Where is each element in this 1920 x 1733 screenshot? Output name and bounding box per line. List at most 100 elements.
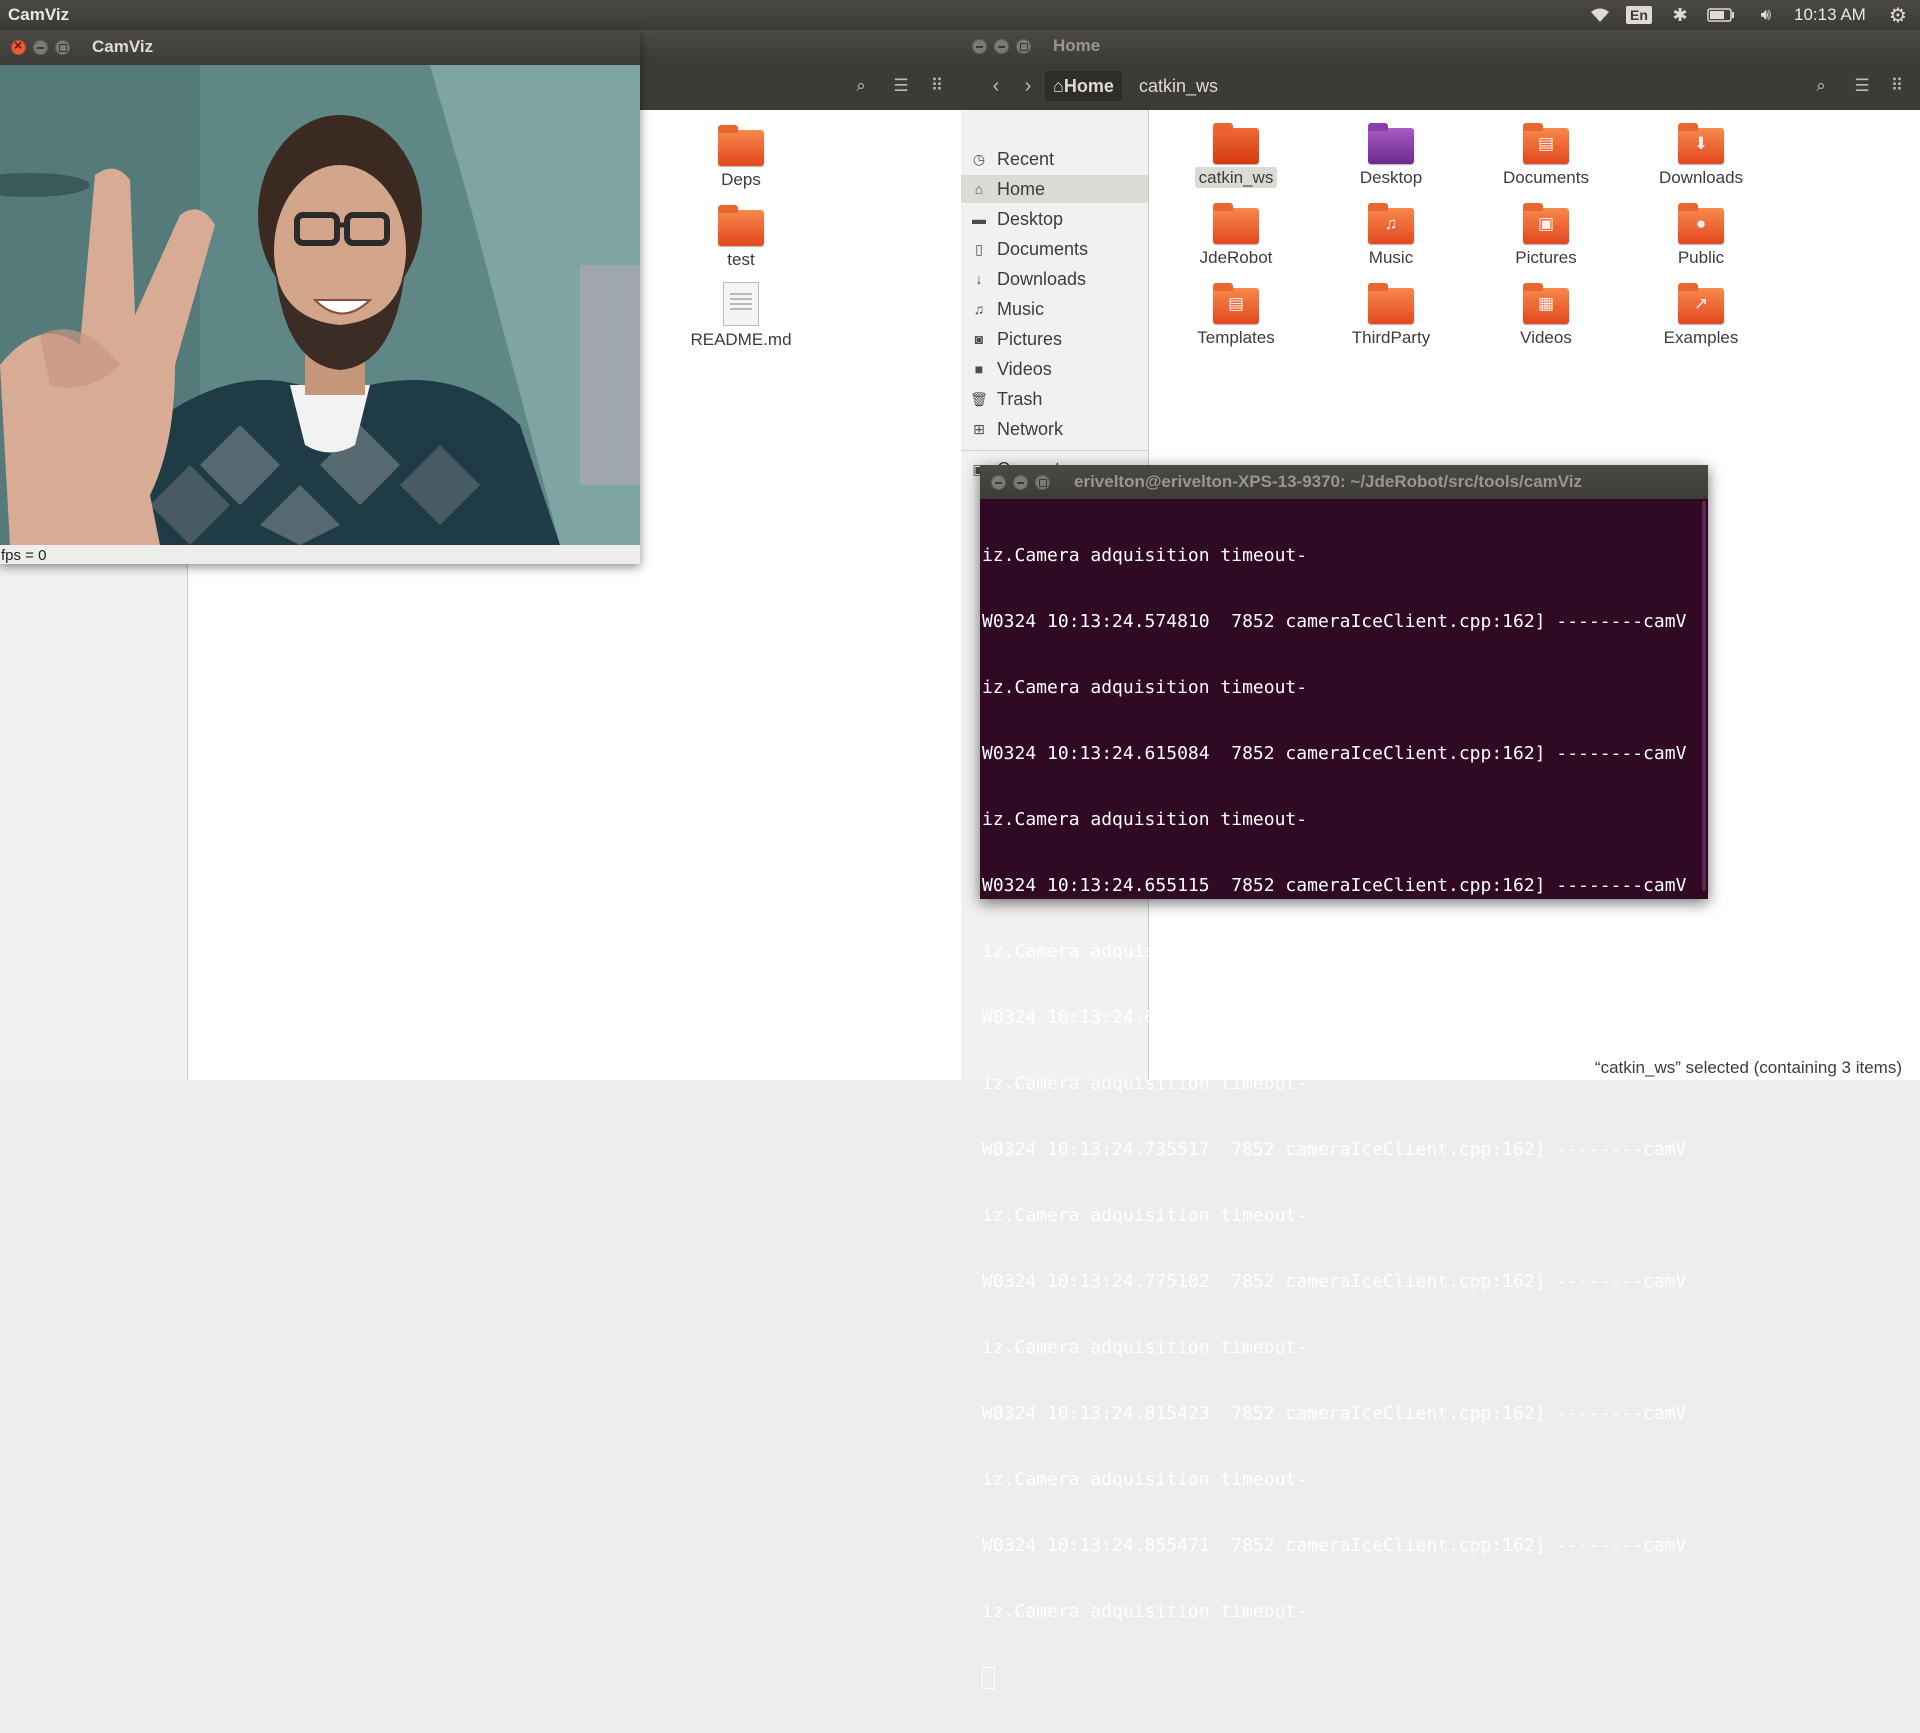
sidebar-item-home[interactable]: ⌂ Home [961, 175, 1148, 203]
sidebar-item-music[interactable]: ♫ Music [961, 295, 1148, 323]
terminal-line: iz.Camera adquisition timeout- [982, 677, 1308, 698]
sidebar-item-documents[interactable]: ▯ Documents [961, 235, 1148, 263]
public-folder-icon: ● [1678, 203, 1724, 244]
minimize-button[interactable] [994, 39, 1009, 54]
home-icon: ⌂ [1053, 76, 1064, 96]
camviz-titlebar[interactable]: CamViz [0, 30, 640, 65]
file-item-documents[interactable]: ▤ Documents [1491, 123, 1601, 188]
sidebar-item-desktop[interactable]: ▬ Desktop [961, 205, 1148, 233]
active-app-name: CamViz [8, 5, 70, 24]
maximize-button[interactable] [55, 40, 70, 55]
link-folder-icon: ↗ [1678, 283, 1724, 324]
grid-view-icon[interactable]: ⠿ [1886, 75, 1908, 97]
home-window-titlebar[interactable]: Home [961, 30, 1920, 62]
file-item-deps[interactable]: Deps [686, 125, 796, 190]
folder-icon [1213, 203, 1259, 244]
download-icon: ↓ [975, 271, 983, 287]
sidebar-item-downloads[interactable]: ↓ Downloads [961, 265, 1148, 293]
file-label: Public [1677, 248, 1725, 267]
terminal-line: W0324 10:13:24.855471 7852 cameraIceClie… [982, 1535, 1687, 1556]
list-view-icon[interactable]: ☰ [1851, 75, 1873, 97]
terminal-output[interactable]: iz.Camera adquisition timeout- W0324 10:… [982, 501, 1698, 1733]
music-icon: ♫ [973, 301, 985, 317]
file-item-desktop[interactable]: Desktop [1336, 123, 1446, 188]
breadcrumb-catkin-ws[interactable]: catkin_ws [1131, 71, 1226, 101]
file-label: Templates [1197, 328, 1275, 347]
terminal-cursor [982, 1667, 995, 1689]
gear-icon[interactable]: ⚙ [1886, 4, 1910, 27]
search-icon[interactable]: ⌕ [850, 75, 872, 97]
clock[interactable]: 10:13 AM [1794, 4, 1866, 26]
file-item-jderobot[interactable]: JdeRobot [1181, 203, 1291, 268]
sidebar-item-trash[interactable]: 🗑︎ Trash [961, 385, 1148, 413]
terminal-line: iz.Camera adquisition timeout- [982, 1205, 1308, 1226]
terminal-scrollbar[interactable] [1702, 501, 1706, 891]
minimize-button[interactable] [33, 40, 48, 55]
sidebar-item-recent[interactable]: ◷ Recent [961, 145, 1148, 173]
file-item-catkin-ws[interactable]: catkin_ws [1181, 123, 1291, 188]
file-item-pictures[interactable]: ▣ Pictures [1491, 203, 1601, 268]
list-view-icon[interactable]: ☰ [890, 75, 912, 97]
camviz-window: CamViz [0, 30, 640, 564]
folder-icon [718, 125, 764, 166]
pictures-folder-icon: ▣ [1523, 203, 1569, 244]
forward-button[interactable]: › [1013, 71, 1043, 101]
home-icon: ⌂ [974, 181, 984, 197]
keyboard-layout-indicator[interactable]: En [1626, 4, 1652, 26]
terminal-line: iz.Camera adquisition timeout- [982, 1469, 1308, 1490]
terminal-line: W0324 10:13:24.775102 7852 cameraIceClie… [982, 1271, 1687, 1292]
minimize-button[interactable] [1013, 475, 1028, 490]
file-item-examples[interactable]: ↗ Examples [1646, 283, 1756, 348]
camera-icon: ◙ [974, 331, 984, 347]
sidebar-item-pictures[interactable]: ◙ Pictures [961, 325, 1148, 353]
file-item-test[interactable]: test [686, 205, 796, 270]
desktop-folder-icon [1368, 123, 1414, 164]
file-label: README.md [690, 330, 792, 349]
close-button[interactable] [972, 39, 987, 54]
file-item-music[interactable]: ♫ Music [1336, 203, 1446, 268]
sidebar-item-videos[interactable]: ■ Videos [961, 355, 1148, 383]
templates-folder-icon: ▤ [1213, 283, 1259, 324]
back-button[interactable]: ‹ [981, 71, 1011, 101]
maximize-button[interactable] [1035, 475, 1050, 490]
clock-icon: ◷ [972, 151, 986, 167]
downloads-folder-icon: ⬇ [1678, 123, 1724, 164]
maximize-button[interactable] [1016, 39, 1031, 54]
terminal-line: iz.Camera adquisition timeout- [982, 1601, 1308, 1622]
file-label: Music [1368, 248, 1414, 267]
file-item-videos[interactable]: ▦ Videos [1491, 283, 1601, 348]
grid-view-icon[interactable]: ⠿ [926, 75, 948, 97]
network-icon: ⊞ [973, 421, 985, 437]
close-button[interactable] [11, 37, 26, 55]
file-item-downloads[interactable]: ⬇ Downloads [1646, 123, 1756, 188]
sidebar-item-network[interactable]: ⊞ Network [961, 415, 1148, 443]
window-title: CamViz [92, 37, 154, 56]
terminal-window[interactable]: erivelton@erivelton-XPS-13-9370: ~/JdeRo… [980, 465, 1708, 1689]
file-label: Documents [1503, 168, 1589, 187]
bluetooth-icon[interactable]: ✱ [1670, 4, 1690, 26]
desktop-icon: ▬ [972, 211, 986, 227]
sidebar-divider [961, 450, 1148, 451]
breadcrumb-home[interactable]: ⌂Home [1045, 71, 1122, 101]
terminal-line: iz.Camera adquisition timeout- [982, 545, 1308, 566]
video-icon: ■ [974, 361, 984, 377]
file-item-templates[interactable]: ▤ Templates [1181, 283, 1291, 348]
volume-icon[interactable]: 🔊︎ [1752, 4, 1780, 26]
terminal-line: W0324 10:13:24.815423 7852 cameraIceClie… [982, 1403, 1687, 1424]
file-label: Downloads [1658, 168, 1744, 187]
home-window-toolbar: ‹ › ⌂Home catkin_ws ⌕ ☰ ⠿ [961, 62, 1920, 110]
terminal-line: W0324 10:13:24.694977 7852 cameraIceClie… [982, 1007, 1687, 1028]
file-item-readme[interactable]: README.md [686, 282, 796, 350]
battery-icon[interactable] [1706, 4, 1736, 26]
close-button[interactable] [991, 475, 1006, 490]
document-icon [723, 282, 759, 326]
terminal-line: W0324 10:13:24.735517 7852 cameraIceClie… [982, 1139, 1687, 1160]
top-panel: CamViz En ✱ 🔊︎ 10:13 AM ⚙ [0, 0, 1920, 30]
file-item-thirdparty[interactable]: ThirdParty [1336, 283, 1446, 348]
wifi-icon[interactable] [1586, 4, 1614, 26]
file-item-public[interactable]: ● Public [1646, 203, 1756, 268]
terminal-line: W0324 10:13:24.574810 7852 cameraIceClie… [982, 611, 1687, 632]
search-icon[interactable]: ⌕ [1810, 75, 1832, 97]
terminal-line: iz.Camera adquisition timeout- [982, 1073, 1308, 1094]
terminal-titlebar[interactable]: erivelton@erivelton-XPS-13-9370: ~/JdeRo… [980, 465, 1708, 499]
